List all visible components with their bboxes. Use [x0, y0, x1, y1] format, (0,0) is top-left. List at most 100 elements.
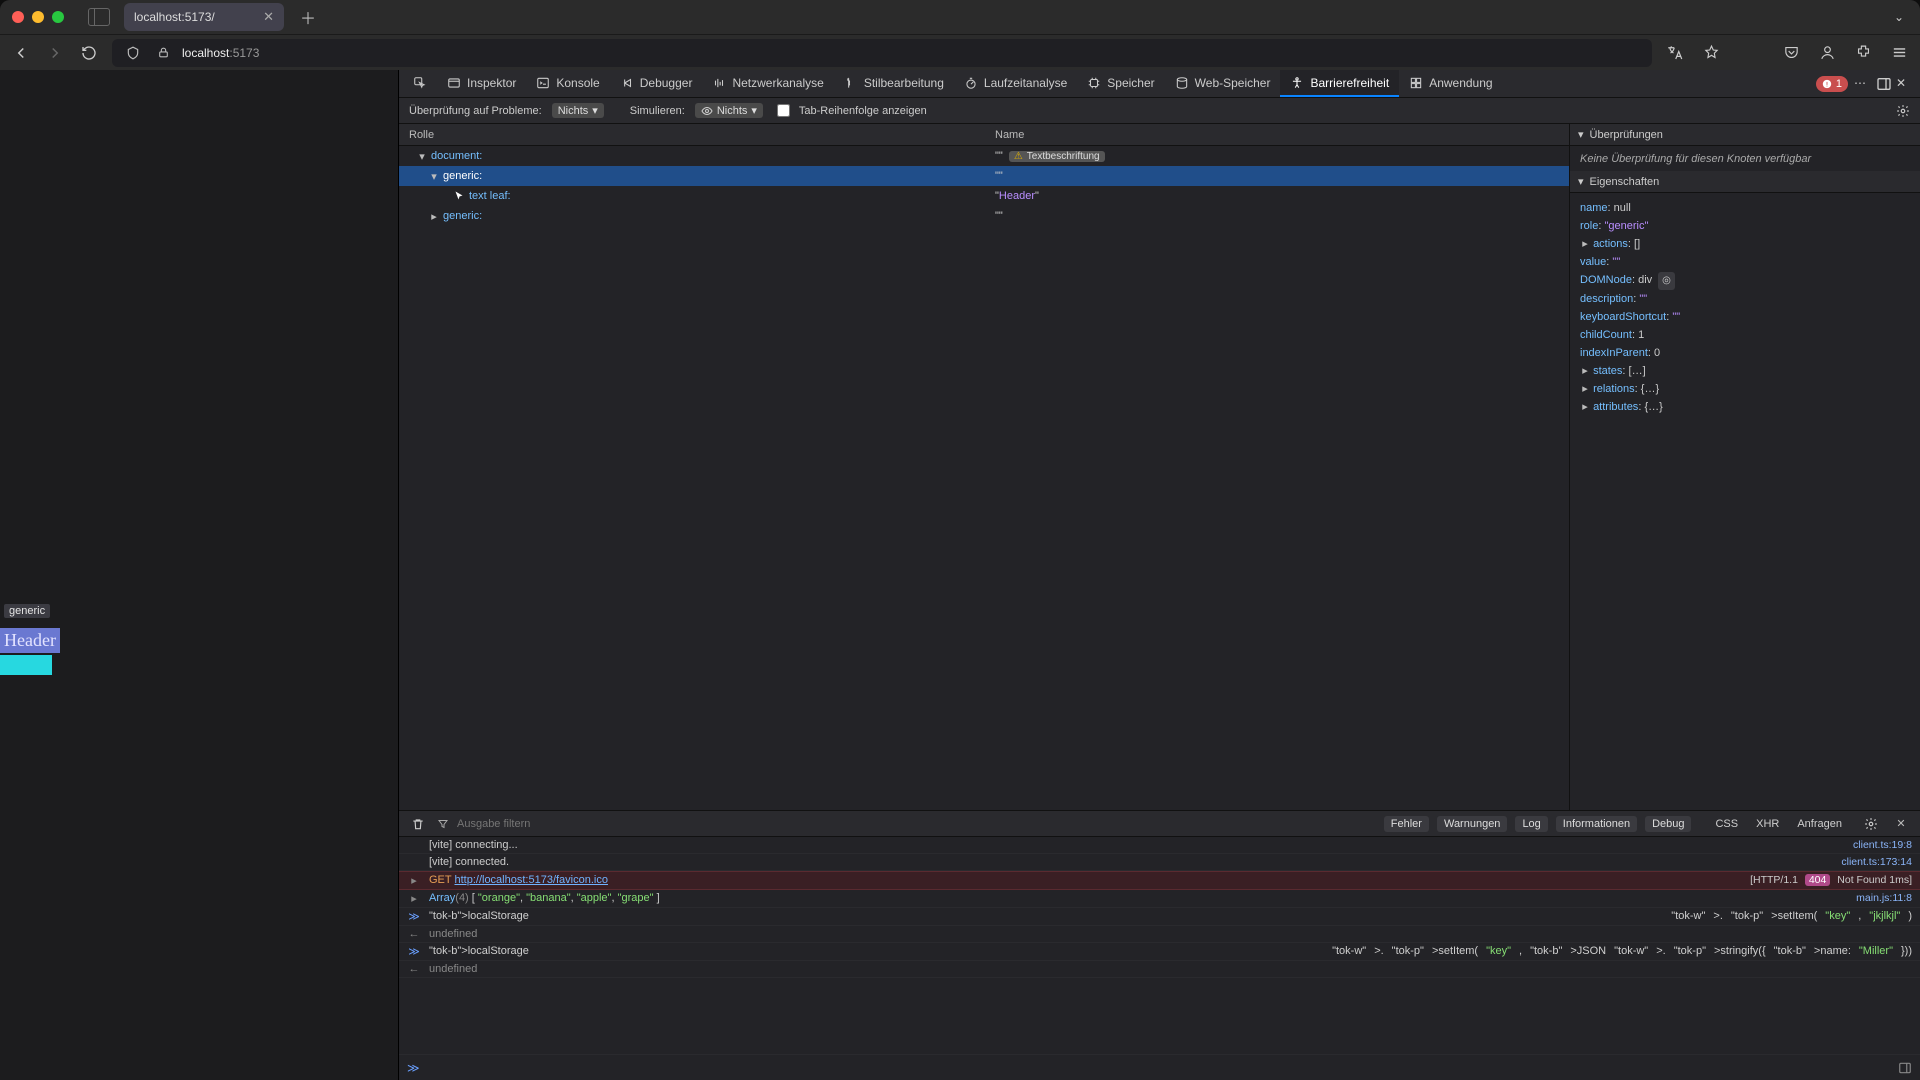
prop-row[interactable]: ▸ relations: {…}	[1580, 380, 1910, 398]
tab-storage[interactable]: Web-Speicher	[1165, 70, 1281, 97]
split-console-icon[interactable]	[1898, 1061, 1912, 1075]
tabs-menu-icon[interactable]: ⌄	[1894, 10, 1904, 24]
url-text: localhost:5173	[182, 46, 259, 60]
console-line[interactable]: ▸Array(4) [ "orange", "banana", "apple",…	[399, 890, 1920, 908]
browser-tab[interactable]: localhost:5173/ ✕	[124, 3, 284, 31]
window-titlebar: localhost:5173/ ✕ ＋ ⌄	[0, 0, 1920, 34]
close-devtools-icon[interactable]: ✕	[1896, 76, 1912, 92]
devtools-tabs: Inspektor Konsole Debugger Netzwerkanaly…	[399, 70, 1920, 98]
reload-button[interactable]	[78, 42, 100, 64]
tab-debugger[interactable]: Debugger	[610, 70, 703, 97]
shield-icon[interactable]	[122, 42, 144, 64]
tab-console[interactable]: Konsole	[526, 70, 609, 97]
props-list: name: nullrole: "generic"▸ actions: []va…	[1570, 193, 1920, 422]
tab-memory[interactable]: Speicher	[1077, 70, 1164, 97]
close-tab-icon[interactable]: ✕	[263, 9, 274, 25]
page-viewport: generic Header	[0, 70, 398, 1080]
tab-accessibility[interactable]: Barrierefreiheit	[1280, 70, 1399, 97]
tab-performance[interactable]: Laufzeitanalyse	[954, 70, 1077, 97]
a11y-highlight-box	[0, 655, 52, 675]
console-filter-input[interactable]	[455, 817, 595, 831]
prop-row[interactable]: ▸ actions: []	[1580, 235, 1910, 253]
prop-row[interactable]: role: "generic"	[1580, 217, 1910, 235]
traffic-lights	[12, 11, 64, 23]
prop-row[interactable]: value: ""	[1580, 253, 1910, 271]
a11y-highlight-role: generic	[4, 604, 50, 618]
translate-icon[interactable]	[1664, 42, 1686, 64]
col-role: Rolle	[399, 129, 989, 141]
prop-row[interactable]: DOMNode: div◎	[1580, 271, 1910, 290]
extensions-icon[interactable]	[1852, 42, 1874, 64]
tab-application[interactable]: Anwendung	[1399, 70, 1502, 97]
console-input-row[interactable]: ≫	[399, 1054, 1920, 1080]
tab-style[interactable]: Stilbearbeitung	[834, 70, 954, 97]
url-bar[interactable]: localhost:5173	[112, 39, 1652, 67]
simulate-label: Simulieren:	[630, 105, 685, 117]
filter-errors[interactable]: Fehler	[1384, 816, 1429, 832]
console-line[interactable]: ≫"tok-b">localStorage"tok-w">."tok-p">se…	[399, 908, 1920, 926]
console-prompt-icon: ≫	[407, 1061, 420, 1075]
account-icon[interactable]	[1816, 42, 1838, 64]
check-select[interactable]: Nichts▾	[552, 103, 604, 118]
a11y-tree-pane: Rolle Name ▾document:""⚠Textbeschriftung…	[399, 124, 1570, 810]
a11y-tree[interactable]: ▾document:""⚠Textbeschriftung▾generic:""…	[399, 146, 1569, 810]
console-panel: Fehler Warnungen Log Informationen Debug…	[399, 810, 1920, 1080]
simulate-select[interactable]: Nichts▾	[695, 103, 763, 118]
prop-row[interactable]: description: ""	[1580, 290, 1910, 308]
console-line[interactable]: ▸GET http://localhost:5173/favicon.ico[H…	[399, 871, 1920, 890]
sidebar-toggle-icon[interactable]	[88, 8, 110, 26]
console-filter[interactable]	[437, 817, 595, 831]
tree-row[interactable]: ▾document:""⚠Textbeschriftung	[399, 146, 1569, 166]
console-toolbar: Fehler Warnungen Log Informationen Debug…	[399, 811, 1920, 837]
close-window-button[interactable]	[12, 11, 24, 23]
close-console-icon[interactable]: ✕	[1890, 813, 1912, 835]
clear-console-icon[interactable]	[407, 813, 429, 835]
console-line[interactable]: ≫"tok-b">localStorage"tok-w">."tok-p">se…	[399, 943, 1920, 961]
zoom-window-button[interactable]	[52, 11, 64, 23]
a11y-props-pane: ▾Überprüfungen Keine Überprüfung für die…	[1570, 124, 1920, 810]
lock-icon[interactable]	[152, 42, 174, 64]
console-line[interactable]: ←undefined	[399, 961, 1920, 978]
taborder-checkbox[interactable]: Tab-Reihenfolge anzeigen	[773, 101, 927, 120]
app-menu-icon[interactable]	[1888, 42, 1910, 64]
prop-row[interactable]: name: null	[1580, 199, 1910, 217]
tab-network[interactable]: Netzwerkanalyse	[702, 70, 833, 97]
prop-row[interactable]: keyboardShortcut: ""	[1580, 308, 1910, 326]
filter-warnings[interactable]: Warnungen	[1437, 816, 1507, 832]
new-tab-button[interactable]: ＋	[292, 5, 324, 29]
devtools-settings-icon[interactable]: ⋯	[1854, 76, 1870, 92]
error-count-badge[interactable]: 1	[1816, 76, 1848, 92]
pocket-icon[interactable]	[1780, 42, 1802, 64]
a11y-toolbar: Überprüfung auf Probleme: Nichts▾ Simuli…	[399, 98, 1920, 124]
filter-requests[interactable]: Anfragen	[1797, 818, 1842, 830]
tab-inspector[interactable]: Inspektor	[437, 70, 526, 97]
back-button[interactable]	[10, 42, 32, 64]
a11y-settings-icon[interactable]	[1896, 104, 1910, 118]
console-settings-icon[interactable]	[1860, 813, 1882, 835]
forward-button[interactable]	[44, 42, 66, 64]
a11y-highlight-header: Header	[0, 628, 60, 653]
props-section-header[interactable]: ▾Eigenschaften	[1570, 171, 1920, 193]
filter-log[interactable]: Log	[1515, 816, 1547, 832]
pick-element-button[interactable]	[403, 70, 437, 97]
filter-info[interactable]: Informationen	[1556, 816, 1637, 832]
checks-section-header[interactable]: ▾Überprüfungen	[1570, 124, 1920, 146]
tab-title: localhost:5173/	[134, 10, 215, 24]
prop-row[interactable]: ▸ attributes: {…}	[1580, 398, 1910, 416]
prop-row[interactable]: childCount: 1	[1580, 326, 1910, 344]
bookmark-icon[interactable]	[1700, 42, 1722, 64]
filter-debug[interactable]: Debug	[1645, 816, 1691, 832]
console-line[interactable]: [vite] connected.client.ts:173:14	[399, 854, 1920, 871]
console-line[interactable]: [vite] connecting...client.ts:19:8	[399, 837, 1920, 854]
minimize-window-button[interactable]	[32, 11, 44, 23]
tree-row[interactable]: text leaf:"Header"	[399, 186, 1569, 206]
console-output[interactable]: [vite] connecting...client.ts:19:8[vite]…	[399, 837, 1920, 1054]
filter-xhr[interactable]: XHR	[1756, 818, 1779, 830]
console-line[interactable]: ←undefined	[399, 926, 1920, 943]
tree-row[interactable]: ▸generic:""	[399, 206, 1569, 226]
tree-row[interactable]: ▾generic:""	[399, 166, 1569, 186]
dock-side-icon[interactable]	[1876, 76, 1892, 92]
prop-row[interactable]: indexInParent: 0	[1580, 344, 1910, 362]
prop-row[interactable]: ▸ states: […]	[1580, 362, 1910, 380]
filter-css[interactable]: CSS	[1715, 818, 1738, 830]
